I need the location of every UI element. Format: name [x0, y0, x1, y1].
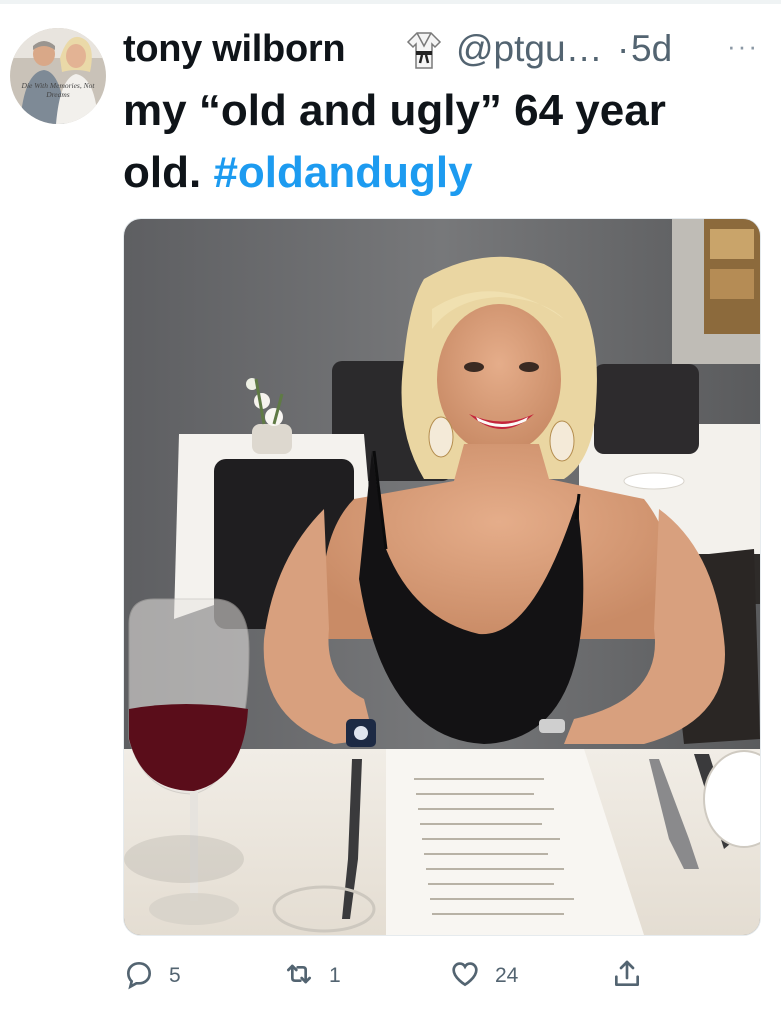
tweet-text: my “old and ugly” 64 year old. #oldandug…: [123, 80, 743, 204]
retweet-icon: [283, 958, 315, 995]
user-handle[interactable]: @ptgu…: [456, 28, 603, 70]
display-name[interactable]: tony wilborn: [123, 28, 346, 71]
top-divider: [0, 0, 781, 4]
retweet-count: 1: [329, 964, 341, 987]
like-count: 24: [495, 964, 519, 987]
karate-gi-icon: [405, 30, 443, 70]
separator-dot: ·: [617, 28, 630, 69]
avatar-caption-line1: Die With Memories, Not: [21, 81, 96, 90]
reply-icon: [123, 958, 155, 995]
more-options-icon[interactable]: ···: [719, 26, 767, 70]
share-button[interactable]: [611, 954, 643, 998]
tweet-actions: 5 1 24: [123, 954, 763, 998]
tweet-photo[interactable]: [123, 218, 761, 936]
photo-woman-at-restaurant-table: [124, 219, 760, 935]
reply-count: 5: [169, 964, 181, 987]
retweet-button[interactable]: 1: [283, 954, 341, 998]
like-button[interactable]: 24: [449, 954, 518, 998]
heart-icon: [449, 958, 481, 995]
reply-button[interactable]: 5: [123, 954, 181, 998]
share-icon: [611, 958, 643, 995]
hashtag-link[interactable]: #oldandugly: [213, 148, 472, 197]
avatar[interactable]: Die With Memories, Not Dreams: [10, 28, 106, 124]
timestamp[interactable]: 5d: [631, 28, 672, 70]
tweet-header: tony wilborn @ptgu… · 5d ···: [123, 26, 773, 74]
avatar-caption-line2: Dreams: [45, 90, 70, 99]
